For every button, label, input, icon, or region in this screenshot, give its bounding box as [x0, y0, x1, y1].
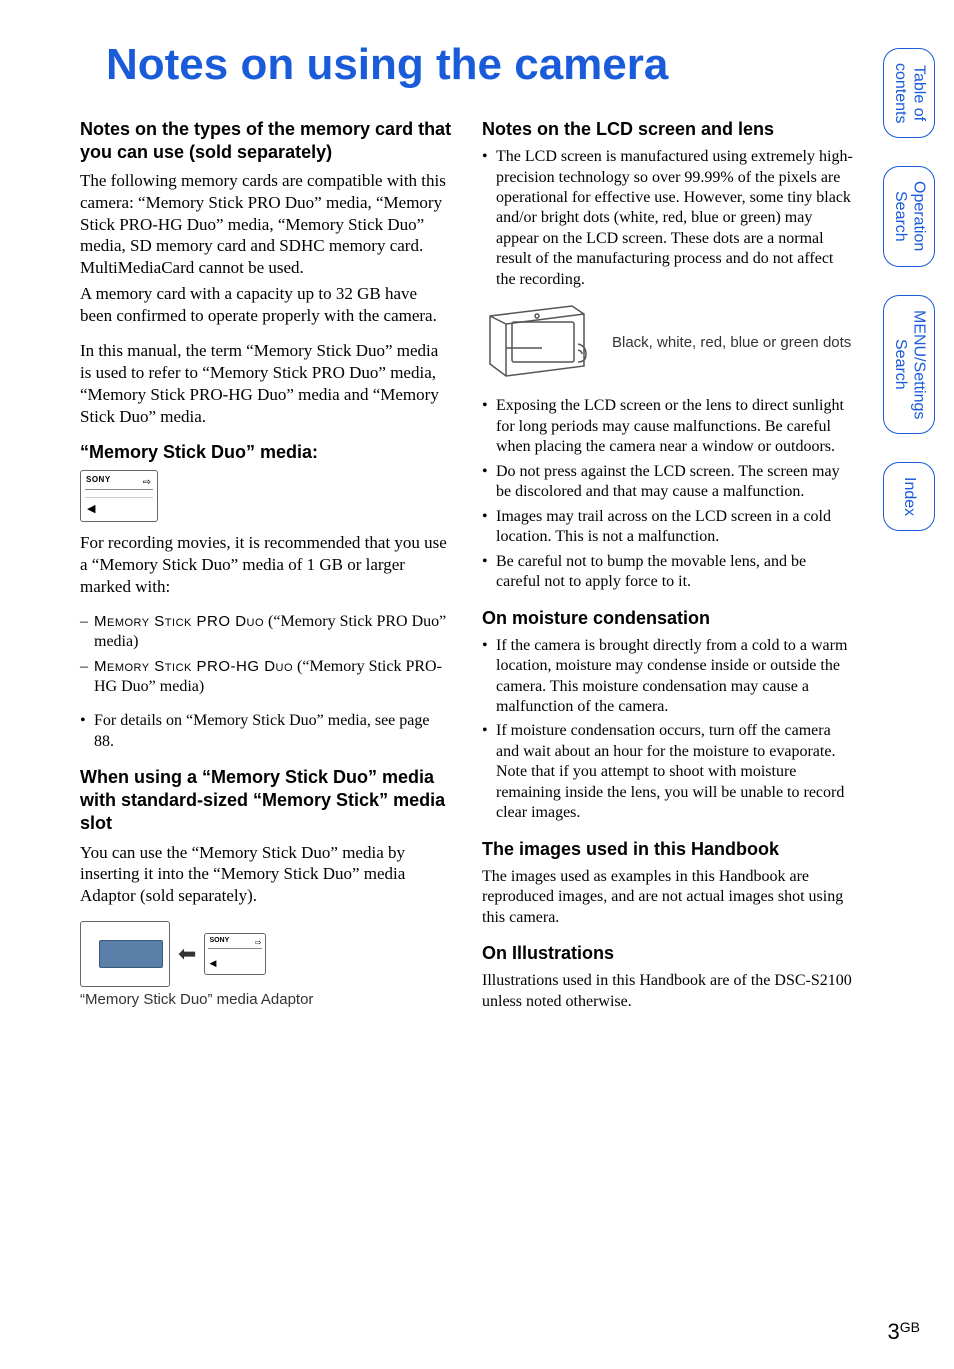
- para-recording-movies: For recording movies, it is recommended …: [80, 532, 452, 597]
- para-compatible-cards: The following memory cards are compatibl…: [80, 170, 452, 279]
- tab-operation-search[interactable]: Operation Search: [883, 166, 935, 266]
- card-small-figure: SONY ⇨ ◀: [204, 933, 266, 975]
- list-item: Do not press against the LCD screen. The…: [482, 462, 854, 503]
- lcd-figure: Black, white, red, blue or green dots: [482, 304, 854, 382]
- adaptor-caption: “Memory Stick Duo” media Adaptor: [80, 991, 452, 1010]
- list-item: Memory Stick PRO-HG Duo (“Memory Stick P…: [80, 657, 452, 698]
- brand-list: Memory Stick PRO Duo (“Memory Stick PRO …: [80, 612, 452, 698]
- sony-logo-label: SONY: [209, 937, 229, 944]
- page-number-value: 3: [888, 1319, 900, 1344]
- lcd-list-bottom: Exposing the LCD screen or the lens to d…: [482, 396, 854, 592]
- heading-images: The images used in this Handbook: [482, 838, 854, 861]
- list-item: Exposing the LCD screen or the lens to d…: [482, 396, 854, 457]
- heading-illustrations: On Illustrations: [482, 942, 854, 965]
- tab-table-of-contents[interactable]: Table of contents: [883, 48, 935, 138]
- details-list: For details on “Memory Stick Duo” media,…: [80, 711, 452, 752]
- tab-label: Table of contents: [891, 63, 928, 123]
- list-item: If the camera is brought directly from a…: [482, 636, 854, 718]
- adaptor-inner: [99, 940, 163, 968]
- brand-pro-duo: Memory Stick PRO Duo: [94, 613, 264, 630]
- card-notch-icon: ⇨: [143, 477, 151, 490]
- sony-logo-label: SONY: [86, 475, 111, 484]
- tab-index[interactable]: Index: [883, 462, 935, 531]
- list-item: For details on “Memory Stick Duo” media,…: [80, 711, 452, 752]
- card-direction-icon: ◀: [209, 958, 216, 970]
- heading-slot: When using a “Memory Stick Duo” media wi…: [80, 766, 452, 835]
- para-term-definition: In this manual, the term “Memory Stick D…: [80, 340, 452, 427]
- page-number: 3GB: [888, 1319, 920, 1345]
- list-item: Images may trail across on the LCD scree…: [482, 507, 854, 548]
- heading-memory-card-types: Notes on the types of the memory card th…: [80, 118, 452, 164]
- page-number-suffix: GB: [900, 1319, 920, 1335]
- insert-arrow-icon: ⬅: [178, 940, 196, 968]
- adaptor-outline: [80, 921, 170, 987]
- heading-moisture: On moisture condensation: [482, 607, 854, 630]
- camera-icon: [482, 304, 602, 382]
- list-item: Memory Stick PRO Duo (“Memory Stick PRO …: [80, 612, 452, 653]
- card-separator: [208, 948, 262, 949]
- adaptor-figure: ⬅ SONY ⇨ ◀: [80, 921, 452, 987]
- list-item: If moisture condensation occurs, turn of…: [482, 721, 854, 823]
- tab-label: MENU/Settings Search: [891, 310, 928, 419]
- sidebar-tabs: Table of contents Operation Search MENU/…: [874, 48, 944, 531]
- lcd-list-top: The LCD screen is manufactured using ext…: [482, 147, 854, 290]
- para-adaptor: You can use the “Memory Stick Duo” media…: [80, 842, 452, 907]
- card-direction-icon: ◀: [87, 502, 95, 516]
- brand-pro-hg-duo: Memory Stick PRO-HG Duo: [94, 658, 293, 675]
- lcd-caption: Black, white, red, blue or green dots: [612, 334, 854, 353]
- tab-label: Index: [900, 477, 918, 516]
- tab-menu-settings-search[interactable]: MENU/Settings Search: [883, 295, 935, 434]
- tab-label: Operation Search: [891, 181, 928, 251]
- left-column: Notes on the types of the memory card th…: [80, 118, 452, 1026]
- content-columns: Notes on the types of the memory card th…: [80, 118, 904, 1026]
- right-column: Notes on the LCD screen and lens The LCD…: [482, 118, 854, 1026]
- list-item: Be careful not to bump the movable lens,…: [482, 552, 854, 593]
- list-item: The LCD screen is manufactured using ext…: [482, 147, 854, 290]
- card-separator: [85, 489, 153, 490]
- card-notch-icon: ⇨: [255, 938, 262, 948]
- heading-lcd: Notes on the LCD screen and lens: [482, 118, 854, 141]
- heading-ms-duo: “Memory Stick Duo” media:: [80, 441, 452, 464]
- moisture-list: If the camera is brought directly from a…: [482, 636, 854, 824]
- para-illustrations: Illustrations used in this Handbook are …: [482, 971, 854, 1012]
- memory-stick-figure: SONY ⇨ ◀: [80, 470, 158, 522]
- para-images: The images used as examples in this Hand…: [482, 867, 854, 928]
- page-title: Notes on using the camera: [106, 40, 904, 90]
- card-separator: [85, 497, 153, 498]
- para-capacity: A memory card with a capacity up to 32 G…: [80, 283, 452, 327]
